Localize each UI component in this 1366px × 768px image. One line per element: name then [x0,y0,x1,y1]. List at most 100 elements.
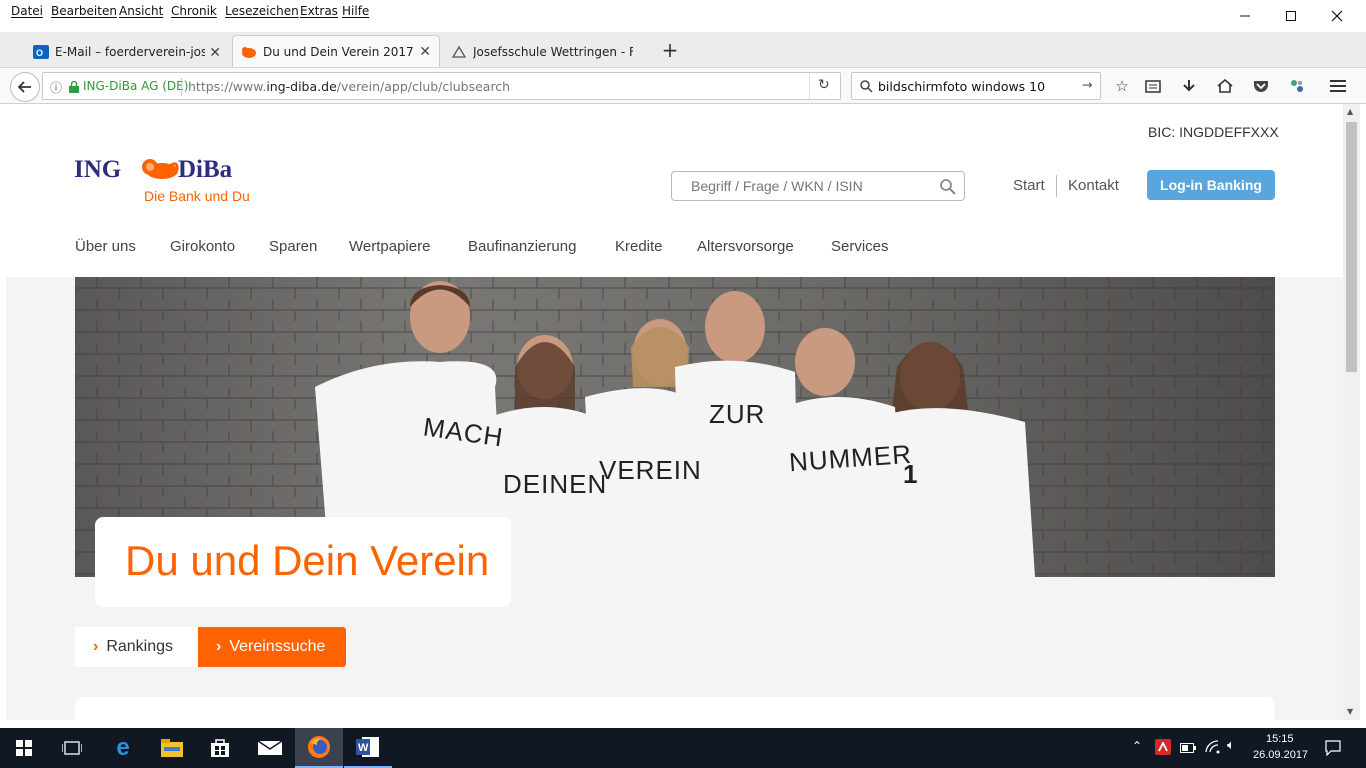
pocket-icon [1254,81,1268,92]
info-icon[interactable]: ⓘ [50,79,62,96]
nav-sparen[interactable]: Sparen [269,238,317,255]
new-tab-button[interactable]: + [658,38,682,62]
tab-josefsschule[interactable]: Josefsschule Wettringen - Fö [442,36,652,68]
navigation-toolbar: ⓘ ING-DiBa AG (DE) https://www.ing-diba.… [0,68,1366,104]
file-explorer-button[interactable] [148,728,196,768]
clock-date[interactable]: 26.09.2017 [1253,749,1308,761]
word-taskbar-button[interactable]: W [344,728,392,768]
scrollbar-thumb[interactable] [1346,122,1357,372]
home-icon [1217,79,1233,93]
tab-title: E-Mail – foerderverein-josefs [55,45,205,59]
shirt-text: DEINEN [503,469,608,499]
menu-ansicht[interactable]: Ansicht [119,4,163,18]
url-bar[interactable]: ⓘ ING-DiBa AG (DE) https://www.ing-diba.… [42,72,841,100]
tab-title: Josefsschule Wettringen - Fö [473,45,633,59]
kontakt-link[interactable]: Kontakt [1068,177,1119,194]
content-panel [75,697,1275,720]
menu-bearbeiten[interactable]: Bearbeiten [51,4,117,18]
rankings-button[interactable]: › Rankings [75,627,197,667]
open-menu-button[interactable] [1326,74,1350,98]
close-window-button[interactable] [1314,0,1360,32]
task-view-button[interactable] [48,728,96,768]
extension-button[interactable] [1285,74,1309,98]
firefox-taskbar-button[interactable] [295,728,343,768]
store-button[interactable] [196,728,244,768]
shirt-text: VEREIN [599,455,702,485]
start-link[interactable]: Start [1013,177,1045,194]
extension-icon [1291,80,1303,92]
reading-list-button[interactable] [1141,74,1165,98]
menu-hilfe[interactable]: Hilfe [342,4,369,18]
maximize-icon [1286,11,1296,21]
mail-icon [258,740,282,755]
nav-baufinanzierung[interactable]: Baufinanzierung [468,238,576,255]
search-input[interactable]: bildschirmfoto windows 10 [878,79,1045,94]
maximize-button[interactable] [1268,0,1314,32]
antivirus-icon [1158,742,1168,752]
clock-time[interactable]: 15:15 [1266,733,1294,745]
plus-icon: + [661,38,679,62]
minimize-button[interactable] [1222,0,1268,32]
tab-title: Du und Dein Verein 2017 [263,44,413,59]
edge-button[interactable]: e [99,728,147,768]
folder-icon [161,739,183,757]
nav-altersvorsorge[interactable]: Altersvorsorge [697,238,794,255]
search-icon[interactable] [940,179,956,195]
hamburger-menu-icon [1330,80,1346,92]
search-bar[interactable]: bildschirmfoto windows 10 → [851,72,1101,100]
menu-extras[interactable]: Extras [300,4,338,18]
search-go-icon[interactable]: → [1082,77,1092,92]
wifi-icon[interactable] [1205,740,1221,754]
mail-button[interactable] [246,728,294,768]
word-icon: W [356,737,379,757]
shirt-text: ZUR [709,399,766,429]
start-button[interactable] [0,728,48,768]
nav-ueber-uns[interactable]: Über uns [75,238,136,255]
login-banking-button[interactable]: Log-in Banking [1147,170,1275,200]
downloads-button[interactable] [1177,74,1201,98]
volume-icon[interactable]: 🔈︎ [1227,738,1235,753]
nav-girokonto[interactable]: Girokonto [170,238,235,255]
lion-logo-icon [142,159,179,179]
antivirus-tray-icon[interactable] [1155,739,1171,755]
battery-icon[interactable] [1180,743,1196,753]
site-header: BIC: INGDDEFFXXX ING DiBa Die Bank und D… [6,104,1343,277]
back-button[interactable] [10,72,40,102]
bookmark-star-button[interactable]: ☆ [1110,74,1134,98]
firefox-icon [308,736,330,758]
minimize-icon [1240,15,1250,17]
ing-diba-logo[interactable]: ING DiBa Die Bank und Du [74,152,254,208]
menu-chronik[interactable]: Chronik [171,4,217,18]
menu-lesezeichen[interactable]: Lesezeichen [225,4,299,18]
menu-datei[interactable]: Datei [11,4,43,18]
chevron-up-icon[interactable]: ⌃ [1132,739,1142,753]
reload-icon[interactable]: ↻ [818,77,830,93]
logo-diba-text: DiBa [178,156,233,183]
action-center-icon[interactable] [1325,740,1341,756]
nav-kredite[interactable]: Kredite [615,238,663,255]
edge-icon: e [116,734,130,761]
lock-icon [69,81,79,93]
close-tab-icon[interactable]: ✕ [419,44,431,60]
url-text[interactable]: https://www.ing-diba.de/verein/app/club/… [188,79,510,94]
nav-wertpapiere[interactable]: Wertpapiere [349,238,430,255]
close-tab-icon[interactable]: ✕ [209,45,221,61]
rankings-label: Rankings [106,638,174,655]
site-identity[interactable]: ING-DiBa AG (DE) [83,79,188,93]
tagline: Die Bank und Du [144,188,250,204]
site-search-field[interactable]: Begriff / Frage / WKN / ISIN [671,171,965,201]
tab-ing-verein[interactable]: Du und Dein Verein 2017 ✕ [232,35,440,67]
scroll-down-icon[interactable]: ▼ [1347,707,1353,716]
home-button[interactable] [1213,74,1237,98]
tab-email[interactable]: O E-Mail – foerderverein-josefs ✕ [24,36,230,68]
tab-bar: O E-Mail – foerderverein-josefs ✕ Du und… [0,32,1366,68]
windows-taskbar: e W ⌃ 🔈︎ 15:15 26.09.2017 [0,728,1366,768]
nav-services[interactable]: Services [831,238,889,255]
vereinssuche-button[interactable]: › Vereinssuche [198,627,346,667]
school-icon [451,45,467,58]
shirt-text: 1 [903,459,919,489]
menu-bar: Datei Bearbeiten Ansicht Chronik Lesezei… [0,0,1366,24]
ing-lion-icon [242,46,256,58]
scroll-up-icon[interactable]: ▲ [1347,107,1353,116]
pocket-button[interactable] [1249,74,1273,98]
